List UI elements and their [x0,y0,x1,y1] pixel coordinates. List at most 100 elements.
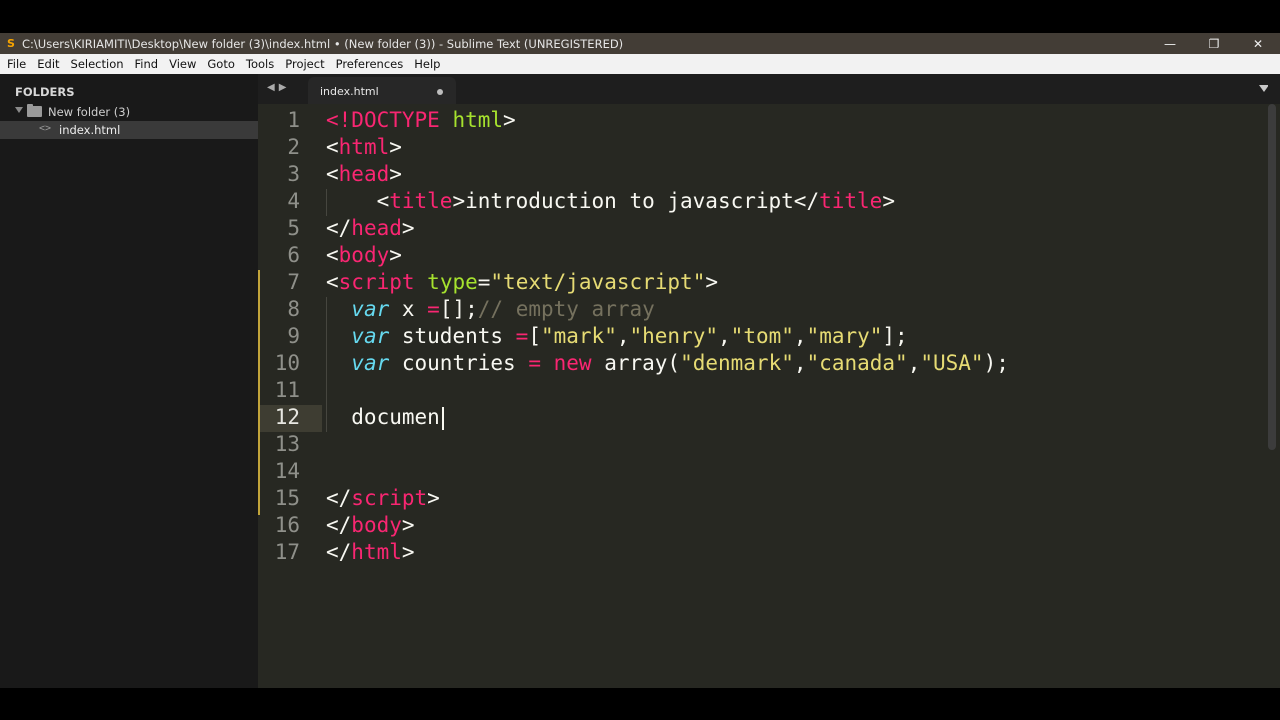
code-token: "canada" [806,351,908,375]
menu-tools[interactable]: Tools [240,54,279,74]
code-token: > [401,540,415,564]
code-line[interactable]: <title>introduction to javascript</title… [326,188,895,215]
line-number: 12 [274,405,300,429]
code-token: <! [326,108,352,132]
menu-help[interactable]: Help [408,54,445,74]
code-token: countries [389,351,529,375]
menu-file[interactable]: File [1,54,31,74]
sidebar-folder[interactable]: New folder (3) [0,103,258,121]
code-token: = [427,297,440,321]
folders-header: FOLDERS [15,85,75,99]
code-token: > [389,243,402,267]
line-number: 5 [287,216,300,240]
code-line[interactable]: <!DOCTYPE html> [326,107,516,134]
code-token: </ [326,540,352,564]
menu-preferences[interactable]: Preferences [330,54,409,74]
code-line[interactable]: var x =[];// empty array [326,296,655,323]
line-number: 15 [274,486,300,510]
unsaved-dot-icon[interactable] [437,89,443,95]
line-number: 2 [287,135,300,159]
menu-view[interactable]: View [163,54,201,74]
code-token: "mary" [806,324,883,348]
code-line[interactable]: <html> [326,134,402,161]
code-token: > [401,513,415,537]
menu-project[interactable]: Project [279,54,329,74]
code-token: > [427,486,440,510]
code-token: x [389,297,428,321]
code-token: , [793,351,807,375]
code-token: array( [591,351,681,375]
code-token: html [452,108,504,132]
code-token: > [401,216,415,240]
code-token: "USA" [920,351,984,375]
line-number: 11 [274,378,300,402]
code-token: </ [326,216,352,240]
code-token: "text/javascript" [490,270,706,294]
tab-nav-arrows-icon[interactable]: ◀▶ [267,82,290,93]
code-token: body [338,243,390,267]
code-token: , [793,324,807,348]
code-line[interactable]: </body> [326,512,415,539]
line-number: 10 [274,351,300,375]
line-number: 13 [274,432,300,456]
code-token: script [351,486,428,510]
window-title: C:\Users\KIRIAMITI\Desktop\New folder (3… [22,36,624,51]
menu-selection[interactable]: Selection [65,54,129,74]
code-token: < [326,243,339,267]
code-line[interactable]: <script type="text/javascript"> [326,269,718,296]
folder-label: New folder (3) [48,105,131,119]
code-token: title [819,189,883,213]
code-line[interactable]: documen [326,404,440,431]
code-token: > [705,270,718,294]
code-token: </ [326,486,352,510]
code-token: students [389,324,516,348]
code-token: // empty array [477,297,655,321]
restore-icon[interactable]: ❐ [1192,33,1236,54]
code-token: = [477,270,491,294]
line-number: 7 [287,270,300,294]
title-bar: S C:\Users\KIRIAMITI\Desktop\New folder … [0,33,1280,54]
code-token: , [718,324,731,348]
code-token: title [389,189,453,213]
code-file-icon: <> [39,123,52,134]
window-controls: — ❐ ✕ [1148,33,1280,54]
code-token: new [553,351,592,375]
code-line[interactable]: <head> [326,161,402,188]
line-number: 16 [274,513,300,537]
menu-goto[interactable]: Goto [201,54,240,74]
code-token: </ [326,513,352,537]
code-token: "mark" [540,324,617,348]
code-token: > [389,135,402,159]
code-editor[interactable]: 1 2 3 4 5 6 7 8 9 10 11 12 13 14 15 16 17 <!DOCTYPE html… [258,104,1280,688]
tab-bar: ◀▶ index.html [258,74,1280,104]
tab-index-html[interactable]: index.html [308,77,456,104]
code-line[interactable]: <body> [326,242,402,269]
code-line[interactable]: var countries = new array("denmark","can… [326,350,1009,377]
code-token: , [616,324,630,348]
chevron-down-icon[interactable] [15,107,23,113]
line-number: 3 [287,162,300,186]
vertical-scrollbar[interactable] [1268,104,1276,450]
minimize-icon[interactable]: — [1148,33,1192,54]
code-line[interactable]: var students =["mark","henry","tom","mar… [326,323,908,350]
code-token: < [326,135,339,159]
code-line[interactable]: </script> [326,485,440,512]
menu-edit[interactable]: Edit [31,54,64,74]
menu-find[interactable]: Find [129,54,164,74]
code-token: body [351,513,402,537]
code-token: ]; [882,324,908,348]
code-token: < [326,189,390,213]
sidebar-file-index[interactable]: <> index.html [0,121,258,139]
code-token: ); [983,351,1009,375]
code-line[interactable]: </html> [326,539,415,566]
code-token: "tom" [730,324,794,348]
code-token: head [338,162,390,186]
code-token: "denmark" [680,351,794,375]
code-token: DOCTYPE [351,108,440,132]
close-icon[interactable]: ✕ [1236,33,1280,54]
code-token: var [351,351,390,375]
code-line[interactable]: </head> [326,215,415,242]
